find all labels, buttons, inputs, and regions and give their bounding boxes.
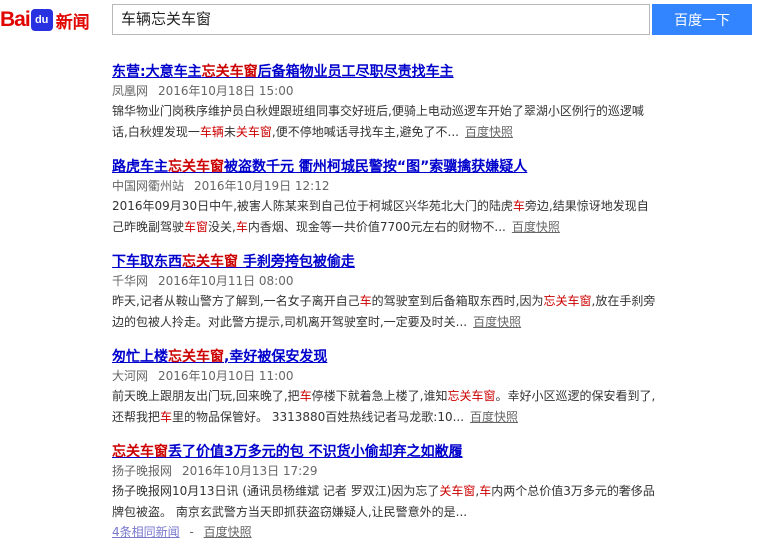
text-segment: 的驾驶室到后备箱取东西时,因为 [371, 294, 544, 308]
result-title-link[interactable]: 匆忙上楼忘关车窗,幸好被保安发现 [112, 347, 657, 367]
result-time: 2016年10月11日 08:00 [158, 274, 294, 288]
snapshot-link[interactable]: 百度快照 [204, 525, 252, 539]
highlight-keyword: 车 [479, 484, 492, 498]
text-segment: 前天晚上跟朋友出门玩,回来晚了,把 [112, 389, 300, 403]
result-source: 扬子晚报网 [112, 464, 173, 478]
result-meta: 中国网衢州站 2016年10月19日 12:12 [112, 177, 657, 196]
baidu-news-logo[interactable]: Bai du 新闻 [0, 8, 90, 32]
highlight-keyword: 忘关车窗 [201, 64, 258, 80]
highlight-keyword: 忘关车窗 [447, 389, 496, 403]
text-segment: ,便不停地喊话寻找车主,避免了不... [271, 125, 459, 139]
result-item: 东营:大意车主忘关车窗后备箱物业员工尽职尽责找车主凤凰网 2016年10月18日 … [112, 62, 657, 143]
text-segment: 2016年09月30日中午,被害人陈某来到自己位于柯城区兴华苑北大门的陆虎 [112, 199, 513, 213]
text-segment: 昨天,记者从鞍山警方了解到,一名女子离开自己 [112, 294, 360, 308]
highlight-keyword: 车辆 [199, 125, 224, 139]
result-time: 2016年10月19日 12:12 [194, 179, 330, 193]
result-summary: 2016年09月30日中午,被害人陈某来到自己位于柯城区兴华苑北大门的陆虎车旁边… [112, 196, 657, 238]
separator: - [185, 525, 198, 539]
text-segment: ,幸好被保安发现 [224, 349, 328, 365]
highlight-keyword: 关车窗 [439, 484, 476, 498]
highlight-keyword: 关车窗 [235, 125, 272, 139]
snapshot-link[interactable]: 百度快照 [470, 410, 518, 424]
snapshot-link[interactable]: 百度快照 [465, 125, 513, 139]
result-title-link[interactable]: 忘关车窗丢了价值3万多元的包 不识货小偷却弃之如敝履 [112, 442, 657, 462]
text-segment: 后备箱物业员工尽职尽责找车主 [257, 64, 454, 80]
snapshot-link[interactable]: 百度快照 [512, 220, 560, 234]
highlight-keyword: 车 [235, 220, 248, 234]
result-source: 凤凰网 [112, 84, 149, 98]
result-time: 2016年10月10日 11:00 [158, 369, 294, 383]
result-source: 大河网 [112, 369, 149, 383]
highlight-keyword: 车 [359, 294, 372, 308]
text-segment: 东营:大意车主 [112, 64, 202, 80]
result-title-link[interactable]: 东营:大意车主忘关车窗后备箱物业员工尽职尽责找车主 [112, 62, 657, 82]
header: Bai du 新闻 车辆忘关车窗 百度一下 [0, 0, 768, 42]
result-item: 匆忙上楼忘关车窗,幸好被保安发现 大河网 2016年10月10日 11:00 前天晚上… [112, 347, 657, 428]
result-meta: 扬子晚报网 2016年10月13日 17:29 [112, 462, 657, 481]
result-item: 忘关车窗丢了价值3万多元的包 不识货小偷却弃之如敝履扬子晚报网 2016年10月1… [112, 442, 657, 541]
result-title-link[interactable]: 下车取东西忘关车窗 手刹旁挎包被偷走 [112, 252, 657, 272]
result-item: 路虎车主忘关车窗被盗数千元 衢州柯城民警按“图”索骥擒获嫌疑人中国网衢州站 201… [112, 157, 657, 238]
result-summary: 前天晚上跟朋友出门玩,回来晚了,把车停楼下就着急上楼了,谁知忘关车窗。幸好小区巡… [112, 386, 657, 428]
highlight-keyword: 忘关车窗 [168, 349, 224, 365]
related-news-row: 4条相同新闻 - 百度快照 [112, 523, 657, 541]
related-news-link[interactable]: 4条相同新闻 [112, 525, 180, 539]
result-item: 下车取东西忘关车窗 手刹旁挎包被偷走 千华网 2016年10月11日 08:00 昨天… [112, 252, 657, 333]
result-meta: 千华网 2016年10月11日 08:00 [112, 272, 657, 291]
text-segment: 丢了价值3万多元的包 不识货小偷却弃之如敝履 [168, 444, 463, 460]
result-summary: 扬子晚报网10月13日讯 (通讯员杨维斌 记者 罗双江)因为忘了关车窗,车内两个… [112, 481, 657, 523]
highlight-keyword: 车 [160, 410, 173, 424]
text-segment: 里的物品保管好。 3313880百姓热线记者马龙歌:10... [172, 410, 465, 424]
results-list: 东营:大意车主忘关车窗后备箱物业员工尽职尽责找车主 凤凰网 2016年10月18日 … [112, 62, 657, 555]
text-segment: 扬子晚报网10月13日讯 (通讯员杨维斌 记者 罗双江)因为忘了 [112, 484, 440, 498]
result-time: 2016年10月18日 15:00 [158, 84, 294, 98]
result-meta: 凤凰网 2016年10月18日 15:00 [112, 82, 657, 101]
text-segment: 匆忙上楼 [112, 349, 168, 365]
result-summary: 锦华物业门岗秩序维护员白秋娌跟班组同事交好班后,便骑上电动巡逻车开始了翠湖小区例… [112, 101, 657, 143]
search-button[interactable]: 百度一下 [652, 4, 752, 35]
paw-icon: du [30, 9, 53, 31]
highlight-keyword: 车 [512, 199, 525, 213]
highlight-keyword: 忘关车窗 [168, 159, 224, 175]
text-segment: 被盗数千元 衢州柯城民警按“图”索骥擒获嫌疑人 [224, 159, 528, 175]
search-input[interactable]: 车辆忘关车窗 [112, 4, 650, 35]
result-summary: 昨天,记者从鞍山警方了解到,一名女子离开自己车的驾驶室到后备箱取东西时,因为忘关… [112, 291, 657, 333]
result-time: 2016年10月13日 17:29 [182, 464, 318, 478]
highlight-keyword: 忘关车窗 [112, 444, 168, 460]
highlight-keyword: 忘关车窗 [543, 294, 592, 308]
logo-text-news: 新闻 [55, 12, 90, 32]
text-segment: 下车取东西 [112, 254, 182, 270]
snapshot-link[interactable]: 百度快照 [473, 315, 521, 329]
logo-text-bai: Bai [0, 8, 31, 31]
highlight-keyword: 忘关车窗 [182, 254, 238, 270]
text-segment: 内香烟、现金等一共价值7700元左右的财物不... [247, 220, 506, 234]
result-title-link[interactable]: 路虎车主忘关车窗被盗数千元 衢州柯城民警按“图”索骥擒获嫌疑人 [112, 157, 657, 177]
text-segment: 没关, [208, 220, 236, 234]
result-source: 千华网 [112, 274, 149, 288]
text-segment: 未 [223, 125, 236, 139]
text-segment: 手刹旁挎包被偷走 [238, 254, 355, 270]
text-segment: 路虎车主 [112, 159, 168, 175]
highlight-keyword: 车 [299, 389, 312, 403]
result-source: 中国网衢州站 [112, 179, 185, 193]
highlight-keyword: 车窗 [184, 220, 209, 234]
text-segment: 停楼下就着急上楼了,谁知 [311, 389, 448, 403]
result-meta: 大河网 2016年10月10日 11:00 [112, 367, 657, 386]
